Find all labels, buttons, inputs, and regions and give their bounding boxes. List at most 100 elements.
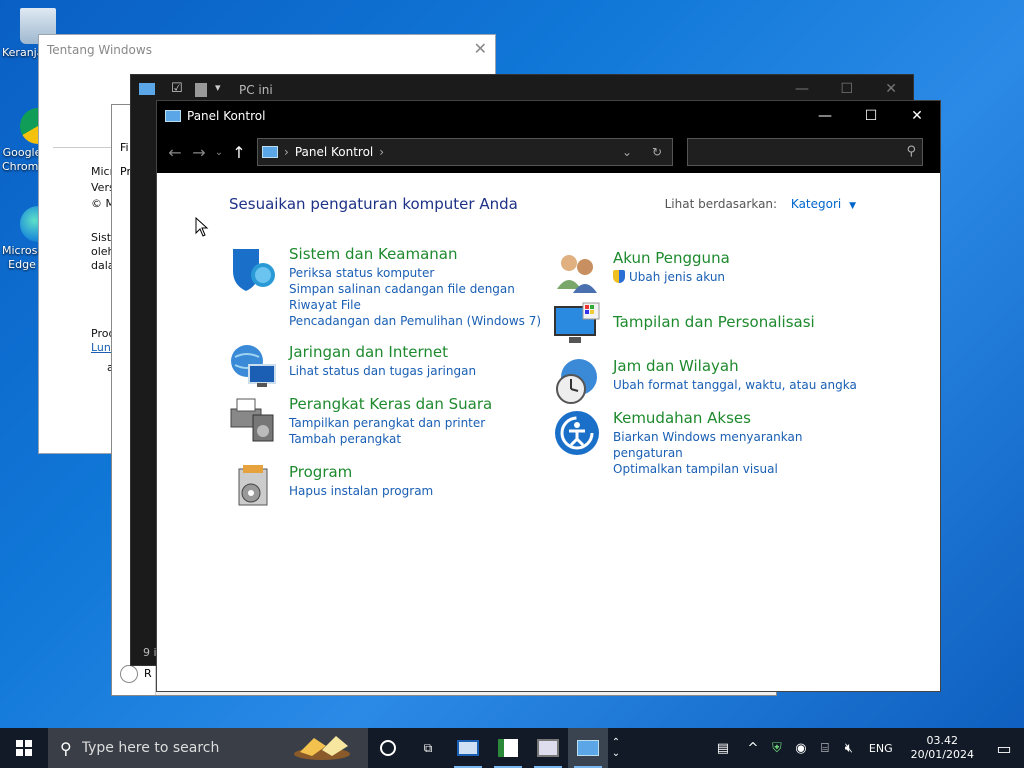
category-system-security: Sistem dan Keamanan Periksa status kompu… bbox=[229, 245, 541, 335]
volume-muted-icon[interactable]: 🔇︎ bbox=[837, 741, 861, 756]
taskbar-app-3[interactable] bbox=[528, 728, 568, 768]
back-arrow-icon[interactable]: ← bbox=[163, 143, 187, 162]
desktop-icon-label: Google Chrome bbox=[2, 146, 42, 173]
app-settings-icon bbox=[537, 739, 559, 757]
category-link[interactable]: Pencadangan dan Pemulihan (Windows 7) bbox=[289, 313, 544, 329]
category-link-text: Ubah jenis akun bbox=[629, 270, 726, 284]
search-input[interactable] bbox=[688, 139, 922, 165]
page-heading: Sesuaikan pengaturan komputer Anda bbox=[229, 195, 518, 213]
category-link[interactable]: Hapus instalan program bbox=[289, 483, 544, 499]
forward-arrow-icon[interactable]: → bbox=[187, 143, 211, 162]
category-title[interactable]: Perangkat Keras dan Suara bbox=[289, 395, 544, 413]
printer-speaker-icon bbox=[230, 398, 274, 442]
shield-icon bbox=[233, 249, 275, 291]
category-link[interactable]: Optimalkan tampilan visual bbox=[613, 461, 868, 477]
taskbar-search-input[interactable] bbox=[81, 740, 282, 756]
task-view-button[interactable] bbox=[368, 728, 408, 768]
address-dropdown-icon[interactable]: ⌄ bbox=[612, 145, 642, 159]
taskbar-control-panel[interactable] bbox=[568, 728, 608, 768]
dropdown-caret-icon[interactable]: ▼ bbox=[849, 201, 856, 211]
category-title[interactable]: Tampilan dan Personalisasi bbox=[613, 313, 868, 331]
category-link[interactable]: Tambah perangkat bbox=[289, 431, 544, 447]
view-by-label: Lihat berdasarkan: bbox=[664, 197, 778, 211]
control-panel-window[interactable]: Panel Kontrol — ☐ ✕ ← → ⌄ ↑ › Panel Kont… bbox=[156, 100, 941, 692]
clock[interactable]: 03.42 20/01/2024 bbox=[911, 734, 974, 762]
taskbar-search[interactable]: ⚲ bbox=[48, 728, 368, 768]
menu-text: R bbox=[144, 667, 152, 680]
maximize-icon[interactable]: ☐ bbox=[840, 81, 853, 97]
category-clock-region: Jam dan Wilayah Ubah format tanggal, wak… bbox=[553, 357, 863, 404]
chevron-up-icon[interactable]: ^ bbox=[741, 741, 765, 756]
app-window-icon bbox=[457, 740, 479, 756]
category-network-internet: Jaringan dan Internet Lihat status dan t… bbox=[229, 343, 539, 389]
up-arrow-icon[interactable]: ↑ bbox=[227, 143, 251, 162]
recent-locations-chevron-icon[interactable]: ⌄ bbox=[211, 147, 227, 158]
windows-logo-icon bbox=[16, 740, 32, 756]
breadcrumb-chevron-icon[interactable]: › bbox=[379, 145, 384, 159]
category-programs: Program Hapus instalan program bbox=[229, 463, 539, 513]
uac-shield-icon bbox=[613, 270, 625, 283]
category-link[interactable]: Biarkan Windows menyarankan pengaturan bbox=[613, 429, 868, 461]
category-link[interactable]: Simpan salinan cadangan file dengan Riwa… bbox=[289, 281, 544, 313]
category-link[interactable]: Ubah jenis akun bbox=[613, 269, 868, 285]
taskbar-scroll-icon[interactable]: ⌃ ⌄ bbox=[608, 728, 624, 768]
item-count: 9 i bbox=[143, 646, 157, 659]
breadcrumb-control-panel[interactable]: Panel Kontrol bbox=[295, 145, 373, 159]
category-title[interactable]: Sistem dan Keamanan bbox=[289, 245, 544, 263]
minimize-icon[interactable]: — bbox=[795, 81, 809, 97]
category-link[interactable]: Periksa status komputer bbox=[289, 265, 544, 281]
close-button[interactable]: ✕ bbox=[894, 108, 940, 124]
category-link[interactable]: Tampilkan perangkat dan printer bbox=[289, 415, 544, 431]
category-title[interactable]: Akun Pengguna bbox=[613, 249, 868, 267]
category-title[interactable]: Jaringan dan Internet bbox=[289, 343, 544, 361]
app-document-icon bbox=[498, 739, 518, 757]
close-icon[interactable]: ✕ bbox=[474, 39, 487, 58]
clock-globe-icon bbox=[556, 359, 597, 404]
control-panel-icon bbox=[577, 740, 599, 756]
navigation-bar: ← → ⌄ ↑ › Panel Kontrol › ⌄ ↻ ⚲ bbox=[157, 131, 940, 173]
program-box-icon bbox=[238, 465, 268, 506]
category-title[interactable]: Jam dan Wilayah bbox=[613, 357, 868, 375]
window-title: Panel Kontrol bbox=[187, 109, 266, 123]
language-indicator[interactable]: ENG bbox=[869, 742, 893, 755]
users-icon bbox=[557, 255, 597, 293]
search-icon: ⚲ bbox=[60, 738, 72, 758]
title-bar[interactable]: Panel Kontrol — ☐ ✕ bbox=[157, 101, 940, 131]
refresh-icon[interactable]: ↻ bbox=[642, 145, 672, 159]
maximize-button[interactable]: ☐ bbox=[848, 108, 894, 124]
taskbar-app-2[interactable] bbox=[488, 728, 528, 768]
category-link[interactable]: Lihat status dan tugas jaringan bbox=[289, 363, 544, 379]
category-ease-of-access: Kemudahan Akses Biarkan Windows menyaran… bbox=[553, 409, 863, 476]
folder-icon[interactable] bbox=[195, 83, 207, 97]
news-widget-icon[interactable]: ▤ bbox=[705, 741, 741, 756]
view-by: Lihat berdasarkan: Kategori ▼ bbox=[665, 197, 856, 211]
mouse-cursor-icon bbox=[195, 217, 209, 237]
category-title[interactable]: Kemudahan Akses bbox=[613, 409, 868, 427]
control-panel-icon bbox=[262, 146, 278, 158]
camera-icon[interactable]: ◉ bbox=[789, 741, 813, 756]
start-button[interactable] bbox=[0, 728, 48, 768]
defender-shield-icon[interactable]: ⛨ bbox=[765, 741, 789, 756]
minimize-button[interactable]: — bbox=[802, 108, 848, 124]
taskbar-app-1[interactable] bbox=[448, 728, 488, 768]
display-personalization-icon bbox=[554, 302, 600, 343]
close-icon[interactable]: ✕ bbox=[885, 81, 897, 97]
category-link[interactable]: Ubah format tanggal, waktu, atau angka bbox=[613, 377, 868, 393]
view-by-dropdown[interactable]: Kategori bbox=[791, 197, 841, 211]
notification-icon[interactable]: ▭ bbox=[984, 739, 1024, 758]
network-icon[interactable]: ⌸ bbox=[813, 741, 837, 756]
taskbar: ⚲ ⧉ ⌃⌄ ▤ ^ ⛨ ◉ ⌸ 🔇︎ ENG 03.42 20/01/2024… bbox=[0, 728, 1024, 768]
control-panel-icon bbox=[165, 110, 181, 122]
cortana-icon bbox=[380, 740, 396, 756]
task-view-icon[interactable]: ⧉ bbox=[408, 728, 448, 768]
search-box[interactable]: ⚲ bbox=[687, 138, 923, 166]
clock-date: 20/01/2024 bbox=[910, 748, 974, 761]
globe-network-icon bbox=[231, 345, 276, 387]
chevron-down-icon[interactable]: ▾ bbox=[215, 81, 221, 94]
category-user-accounts: Akun Pengguna Ubah jenis akun bbox=[553, 249, 863, 295]
search-icon[interactable]: ⚲ bbox=[906, 144, 916, 159]
control-panel-content: Sesuaikan pengaturan komputer Anda Lihat… bbox=[157, 173, 940, 693]
address-bar[interactable]: › Panel Kontrol › ⌄ ↻ bbox=[257, 138, 673, 166]
checkbox-icon[interactable]: ☑ bbox=[171, 81, 183, 96]
category-title[interactable]: Program bbox=[289, 463, 544, 481]
